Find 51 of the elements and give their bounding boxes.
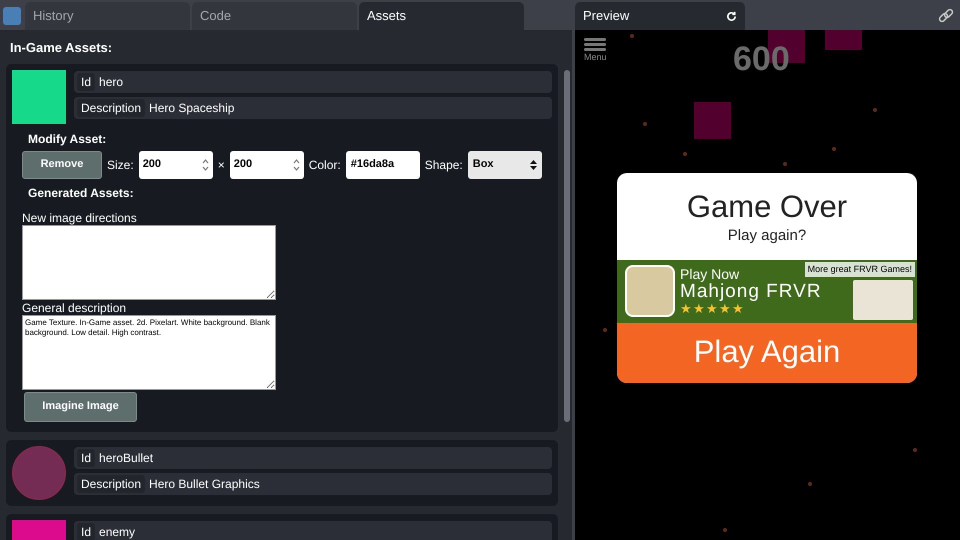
- star-icon: ★: [680, 302, 692, 315]
- shape-label: Shape:: [424, 156, 463, 174]
- star-icon: ★: [719, 302, 731, 315]
- ad-cta[interactable]: Play Now: [680, 267, 740, 282]
- field-label: Id: [77, 72, 96, 90]
- color-label: Color:: [308, 156, 341, 174]
- link-icon[interactable]: [938, 8, 954, 24]
- refresh-icon[interactable]: [726, 10, 737, 22]
- field-label: General description: [22, 300, 128, 314]
- dialog-title: Game Over: [686, 188, 848, 225]
- subsection-heading: Generated Assets:: [27, 184, 135, 202]
- dialog-subtitle: Play again?: [726, 226, 808, 246]
- score-text: 600: [733, 39, 790, 80]
- star-icon: ★: [693, 302, 705, 315]
- star-icon: ★: [706, 302, 718, 315]
- spinner-icon[interactable]: [202, 158, 209, 172]
- spinner-icon[interactable]: [292, 158, 300, 172]
- menu-icon[interactable]: [584, 38, 606, 51]
- game-logo-icon: [625, 265, 675, 317]
- tab[interactable]: Assets: [359, 2, 524, 30]
- imagine-image-button[interactable]: Imagine Image: [24, 392, 137, 422]
- field-value: Hero Spaceship: [149, 100, 234, 116]
- field-value: Hero Bullet Graphics: [149, 476, 260, 492]
- field-label: Description: [77, 98, 146, 116]
- width-field[interactable]: 200: [138, 150, 213, 178]
- menu-label[interactable]: Menu: [584, 51, 607, 64]
- ad-title[interactable]: Mahjong FRVR: [680, 282, 822, 302]
- dropdown-arrows-icon: [530, 158, 537, 170]
- directions-textarea[interactable]: [22, 224, 276, 300]
- shape-dropdown[interactable]: Box: [468, 150, 542, 178]
- star-icon: ★: [732, 302, 744, 315]
- height-field[interactable]: 200: [230, 150, 304, 178]
- field-label: Id: [77, 522, 96, 540]
- times-sign: ×: [218, 156, 225, 174]
- field-label: New image directions: [22, 210, 138, 224]
- tab[interactable]: History: [25, 2, 190, 30]
- ad-more-link[interactable]: More great FRVR Games!: [804, 262, 915, 277]
- field-value: heroBullet: [99, 450, 154, 466]
- tab[interactable]: Code: [192, 2, 357, 30]
- field-label: Id: [77, 448, 96, 466]
- subsection-heading: Modify Asset:: [27, 130, 108, 148]
- field-value: hero: [99, 74, 124, 90]
- field-label: Description: [77, 474, 146, 492]
- preview-tab[interactable]: Preview: [575, 2, 745, 30]
- remove-button[interactable]: Remove: [22, 150, 102, 178]
- field-value: enemy: [99, 524, 136, 540]
- description-textarea[interactable]: Game Texture. In-Game asset. 2d. Pixelart. White background. Blank background. Low detail. High contrast.: [22, 314, 276, 390]
- scrollbar[interactable]: [564, 70, 570, 422]
- color-field[interactable]: #16da8a: [346, 150, 420, 178]
- section-heading: In-Game Assets:: [9, 39, 114, 57]
- size-label: Size:: [107, 156, 134, 174]
